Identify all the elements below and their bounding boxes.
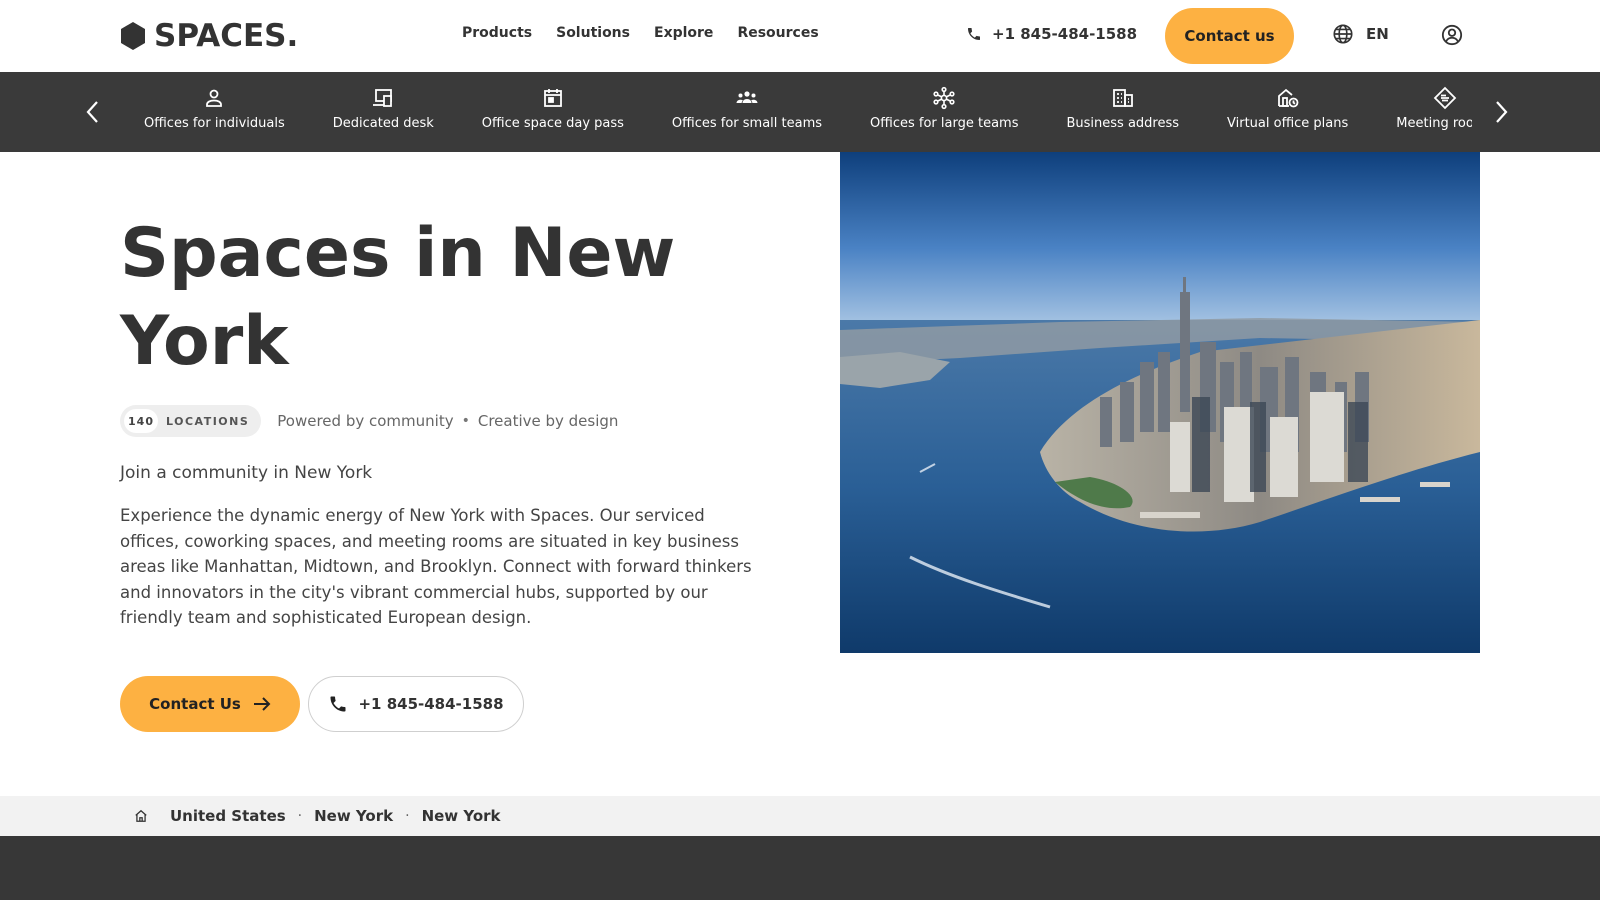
arrow-right-icon bbox=[253, 697, 271, 711]
category-label: Offices for small teams bbox=[671, 116, 823, 131]
tagline-separator: • bbox=[461, 413, 470, 429]
desk-icon bbox=[373, 89, 393, 107]
category-virtual-office-plans[interactable]: Virtual office plans bbox=[1227, 72, 1348, 152]
user-account-icon bbox=[1441, 24, 1463, 46]
chevron-left-icon bbox=[86, 101, 98, 123]
account-button[interactable] bbox=[1441, 24, 1463, 50]
category-offices-for-large-teams[interactable]: Offices for large teams bbox=[870, 72, 1018, 152]
building-icon bbox=[1112, 89, 1133, 107]
nav-resources[interactable]: Resources bbox=[737, 25, 818, 41]
network-icon bbox=[933, 86, 955, 110]
meeting-room-icon bbox=[1433, 86, 1457, 110]
dark-section-band bbox=[0, 836, 1600, 900]
chevron-right-icon bbox=[1496, 101, 1508, 123]
nav-solutions[interactable]: Solutions bbox=[556, 25, 630, 41]
category-label: Dedicated desk bbox=[332, 116, 434, 131]
breadcrumb-united-states[interactable]: United States bbox=[170, 807, 286, 825]
language-selector[interactable]: EN bbox=[1332, 23, 1389, 45]
category-list: Offices for individuals Dedicated desk O… bbox=[130, 72, 1472, 152]
tagline-community: Powered by community bbox=[277, 412, 454, 430]
breadcrumb-new-york-state[interactable]: New York bbox=[314, 807, 393, 825]
globe-icon bbox=[1333, 24, 1353, 44]
locations-count: 140 bbox=[124, 409, 158, 433]
team-icon bbox=[736, 91, 758, 103]
product-category-bar: Offices for individuals Dedicated desk O… bbox=[0, 72, 1600, 152]
breadcrumb-home[interactable] bbox=[134, 809, 148, 823]
contact-us-label: Contact Us bbox=[149, 695, 241, 713]
breadcrumb-bar: United States · New York · New York bbox=[0, 796, 1600, 836]
category-label: Business address bbox=[1066, 116, 1180, 131]
category-business-address[interactable]: Business address bbox=[1066, 72, 1179, 152]
category-office-space-day-pass[interactable]: Office space day pass bbox=[482, 72, 624, 152]
language-code: EN bbox=[1366, 25, 1389, 43]
hero-subtitle: Join a community in New York bbox=[120, 463, 373, 483]
contact-us-button[interactable]: Contact Us bbox=[120, 676, 300, 732]
person-icon bbox=[206, 89, 223, 107]
nav-explore[interactable]: Explore bbox=[654, 25, 713, 41]
call-phone-label: +1 845-484-1588 bbox=[358, 695, 504, 713]
locations-label: LOCATIONS bbox=[166, 414, 250, 428]
hero-meta-row: 140 LOCATIONS Powered by community • Cre… bbox=[120, 405, 618, 437]
category-track: Offices for individuals Dedicated desk O… bbox=[130, 72, 1472, 152]
phone-icon bbox=[330, 696, 346, 712]
header-contact-button[interactable]: Contact us bbox=[1165, 8, 1294, 64]
site-header: SPACES. Products Solutions Explore Resou… bbox=[0, 0, 1600, 72]
category-offices-for-small-teams[interactable]: Offices for small teams bbox=[672, 72, 822, 152]
virtual-office-icon bbox=[1277, 88, 1299, 108]
breadcrumb-new-york-city[interactable]: New York bbox=[422, 807, 501, 825]
category-dedicated-desk[interactable]: Dedicated desk bbox=[333, 72, 434, 152]
header-phone-link[interactable]: +1 845-484-1588 bbox=[966, 25, 1137, 43]
breadcrumb-separator: · bbox=[405, 808, 410, 824]
logo-text: SPACES. bbox=[154, 18, 299, 54]
breadcrumb-separator: · bbox=[297, 808, 303, 824]
category-prev-button[interactable] bbox=[78, 98, 106, 126]
category-label: Virtual office plans bbox=[1227, 116, 1349, 131]
header-phone-number: +1 845-484-1588 bbox=[992, 25, 1138, 43]
category-label: Offices for large teams bbox=[870, 116, 1019, 131]
calendar-icon bbox=[543, 89, 562, 107]
category-label: Offices for individuals bbox=[144, 116, 285, 131]
nav-products[interactable]: Products bbox=[462, 25, 532, 41]
call-phone-button[interactable]: +1 845-484-1588 bbox=[308, 676, 524, 732]
phone-icon bbox=[968, 28, 980, 40]
category-offices-for-individuals[interactable]: Offices for individuals bbox=[144, 72, 285, 152]
breadcrumb: United States · New York · New York bbox=[134, 796, 501, 836]
locations-badge: 140 LOCATIONS bbox=[120, 405, 262, 437]
category-next-button[interactable] bbox=[1488, 98, 1516, 126]
spaces-logo[interactable]: SPACES. bbox=[120, 18, 299, 54]
page-title: Spaces in New York bbox=[120, 214, 676, 381]
hexagon-logo-icon bbox=[121, 22, 145, 50]
category-meeting-rooms[interactable]: Meeting rooms bbox=[1396, 72, 1472, 152]
category-label: Meeting rooms bbox=[1396, 116, 1472, 131]
tagline-design: Creative by design bbox=[477, 412, 619, 430]
home-icon bbox=[135, 809, 147, 822]
category-label: Office space day pass bbox=[481, 116, 624, 131]
new-york-aerial-image bbox=[840, 152, 1480, 653]
main-nav: Products Solutions Explore Resources bbox=[462, 25, 819, 41]
hero-description: Experience the dynamic energy of New Yor… bbox=[120, 506, 752, 627]
